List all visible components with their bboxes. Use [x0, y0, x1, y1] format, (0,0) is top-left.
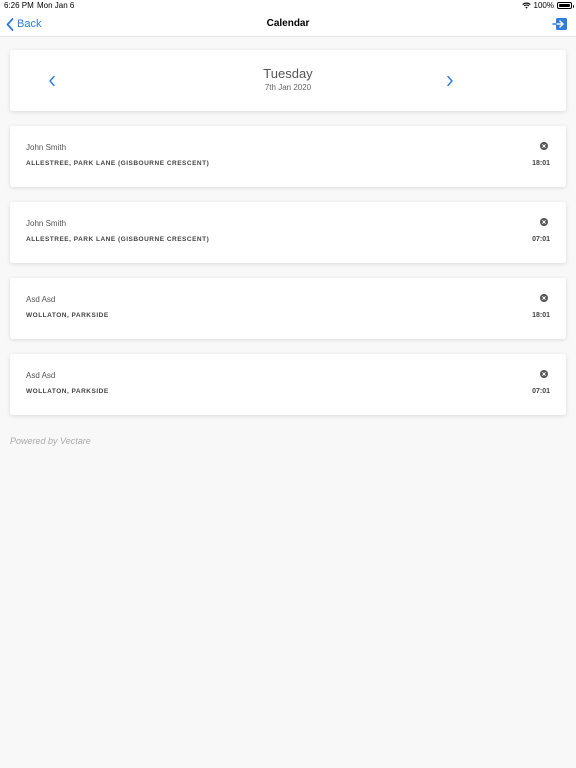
battery-icon — [557, 2, 574, 9]
booking-time: 18:01 — [532, 160, 550, 167]
selected-date: 7th Jan 2020 — [264, 83, 312, 92]
close-circle-icon[interactable] — [540, 294, 548, 302]
next-day-button[interactable] — [444, 74, 456, 88]
booking-time: 18:01 — [532, 312, 550, 319]
powered-by-footer: Powered by Vectare — [10, 436, 91, 446]
logout-button[interactable] — [552, 17, 568, 31]
wifi-icon — [521, 2, 531, 9]
status-right: 100% — [521, 1, 574, 10]
logout-icon — [552, 18, 567, 30]
status-time: 6:26 PM — [4, 1, 34, 10]
status-date: Mon Jan 6 — [37, 1, 75, 10]
booking-location: WOLLATON, PARKSIDE — [26, 388, 109, 395]
navigation-bar: Back Calendar — [0, 12, 576, 37]
booking-card[interactable]: Asd Asd WOLLATON, PARKSIDE 18:01 — [10, 278, 566, 339]
booking-time: 07:01 — [532, 236, 550, 243]
chevron-right-icon — [447, 75, 453, 87]
date-selector: Tuesday 7th Jan 2020 — [10, 50, 566, 111]
booking-card[interactable]: Asd Asd WOLLATON, PARKSIDE 07:01 — [10, 354, 566, 415]
close-circle-icon[interactable] — [540, 142, 548, 150]
booking-passenger-name: Asd Asd — [26, 371, 56, 380]
battery-percent: 100% — [533, 1, 554, 10]
status-bar: 6:26 PM Mon Jan 6 100% — [0, 0, 576, 12]
booking-location: WOLLATON, PARKSIDE — [26, 312, 109, 319]
booking-time: 07:01 — [532, 388, 550, 395]
selected-day-name: Tuesday — [263, 66, 313, 81]
booking-location: ALLESTREE, PARK LANE (GISBOURNE CRESCENT… — [26, 236, 210, 243]
close-circle-icon[interactable] — [540, 370, 548, 378]
close-circle-icon[interactable] — [540, 218, 548, 226]
booking-passenger-name: John Smith — [26, 219, 67, 228]
booking-card[interactable]: John Smith ALLESTREE, PARK LANE (GISBOUR… — [10, 126, 566, 187]
booking-passenger-name: John Smith — [26, 143, 67, 152]
booking-passenger-name: Asd Asd — [26, 295, 56, 304]
booking-list: John Smith ALLESTREE, PARK LANE (GISBOUR… — [10, 126, 566, 430]
booking-location: ALLESTREE, PARK LANE (GISBOURNE CRESCENT… — [26, 160, 210, 167]
page-title: Calendar — [266, 18, 310, 29]
booking-card[interactable]: John Smith ALLESTREE, PARK LANE (GISBOUR… — [10, 202, 566, 263]
